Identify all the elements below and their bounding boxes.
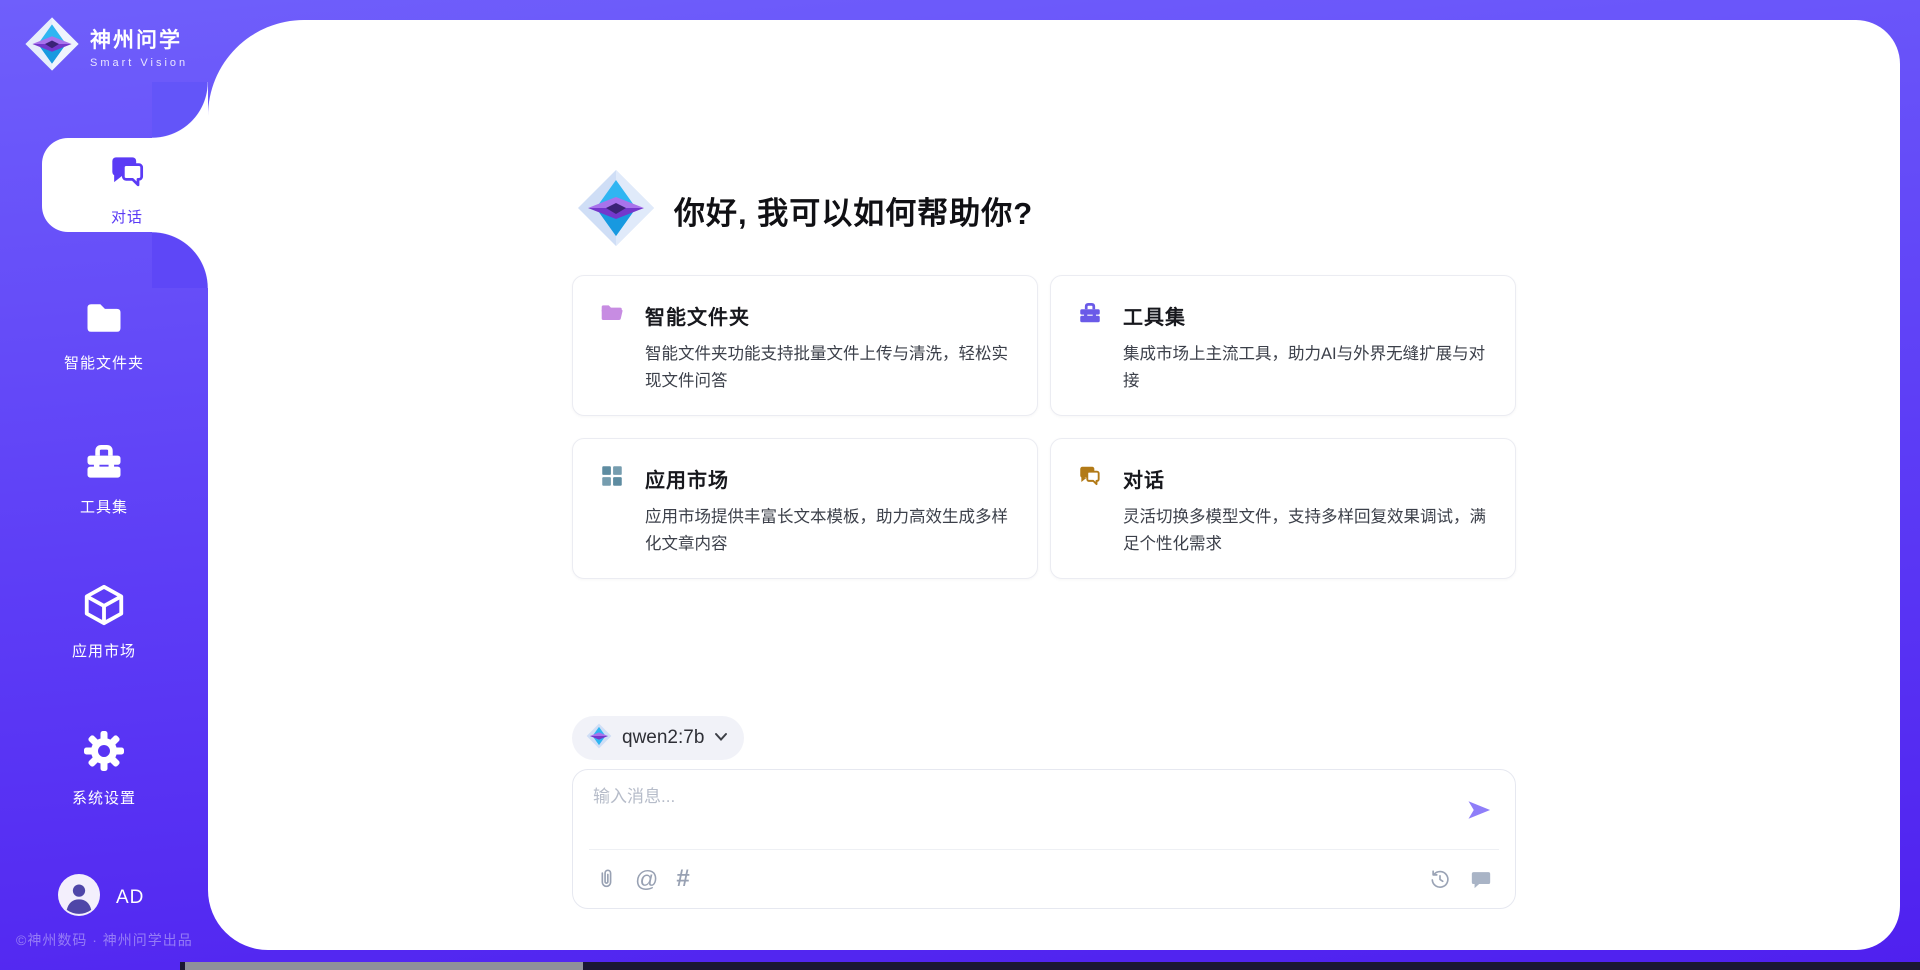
brand-logo: 神州问学 Smart Vision [24, 16, 188, 77]
chat-icon [1077, 463, 1103, 494]
user-initials: AD [116, 887, 144, 909]
card-title: 智能文件夹 [645, 301, 750, 330]
folder-open-icon [599, 300, 625, 331]
horizontal-scrollbar[interactable] [180, 962, 1920, 970]
sidebar-item-label: 系统设置 [0, 787, 208, 808]
message-input[interactable] [593, 782, 1453, 840]
sidebar: 神州问学 Smart Vision 对话 智能 [0, 0, 208, 970]
folder-icon [82, 296, 126, 345]
model-selector[interactable]: qwen2:7b [572, 716, 744, 760]
card-app-market[interactable]: 应用市场 应用市场提供丰富长文本模板，助力高效生成多样化文章内容 [572, 438, 1038, 579]
brand-name: 神州问学 [90, 29, 182, 52]
feature-cards: 智能文件夹 智能文件夹功能支持批量文件上传与清洗，轻松实现文件问答 工具集 集成… [572, 275, 1516, 579]
sidebar-item-settings[interactable]: 系统设置 [0, 727, 208, 808]
chat-icon [105, 150, 149, 199]
card-title: 应用市场 [645, 464, 729, 493]
paperclip-icon[interactable] [595, 867, 617, 891]
hash-icon[interactable]: # [676, 867, 689, 891]
history-icon[interactable] [1429, 868, 1451, 890]
card-toolbox[interactable]: 工具集 集成市场上主流工具，助力AI与外界无缝扩展与对接 [1050, 275, 1516, 416]
chevron-down-icon [714, 729, 728, 747]
chat-bubble-icon[interactable] [1469, 868, 1493, 890]
greeting-title: 你好, 我可以如何帮助你? [674, 188, 1033, 233]
card-description: 集成市场上主流工具，助力AI与外界无缝扩展与对接 [1123, 341, 1489, 395]
toolbox-icon [1077, 300, 1103, 331]
card-description: 灵活切换多模型文件，支持多样回复效果调试，满足个性化需求 [1123, 504, 1489, 558]
composer-divider [589, 849, 1499, 850]
avatar [58, 874, 100, 921]
diamond-logo-icon [24, 16, 80, 77]
sidebar-item-toolbox[interactable]: 工具集 [0, 440, 208, 517]
grid-icon [599, 463, 625, 494]
brand-subtitle: Smart Vision [90, 57, 188, 69]
card-description: 智能文件夹功能支持批量文件上传与清洗，轻松实现文件问答 [645, 341, 1011, 395]
cube-icon [81, 582, 127, 633]
composer-toolbar: @ # [595, 862, 1493, 896]
greeting: 你好, 我可以如何帮助你? [576, 168, 1033, 253]
sidebar-item-label: 应用市场 [0, 640, 208, 661]
card-smart-folder[interactable]: 智能文件夹 智能文件夹功能支持批量文件上传与清洗，轻松实现文件问答 [572, 275, 1038, 416]
sidebar-item-app-market[interactable]: 应用市场 [0, 582, 208, 661]
user-profile[interactable]: AD [58, 874, 144, 921]
model-name: qwen2:7b [622, 727, 704, 749]
app-window: 神州问学 Smart Vision 对话 智能 [0, 0, 1920, 970]
card-title: 工具集 [1123, 301, 1186, 330]
tab-fillet-bottom [152, 232, 208, 288]
copyright-text: ©神州数码 · 神州问学出品 [16, 930, 193, 950]
sidebar-item-label: 工具集 [0, 496, 208, 517]
card-chat[interactable]: 对话 灵活切换多模型文件，支持多样回复效果调试，满足个性化需求 [1050, 438, 1516, 579]
tab-fillet-top [152, 82, 208, 138]
sidebar-item-label: 智能文件夹 [0, 352, 208, 373]
card-title: 对话 [1123, 464, 1165, 493]
card-description: 应用市场提供丰富长文本模板，助力高效生成多样化文章内容 [645, 504, 1011, 558]
sidebar-item-smart-folder[interactable]: 智能文件夹 [0, 296, 208, 373]
scrollbar-thumb[interactable] [185, 962, 583, 970]
sidebar-item-chat[interactable]: 对话 [42, 138, 212, 232]
diamond-logo-icon [576, 168, 656, 253]
sidebar-item-label: 对话 [42, 206, 212, 227]
gear-icon [80, 727, 128, 780]
message-composer: @ # [572, 769, 1516, 909]
diamond-logo-icon [586, 723, 612, 754]
at-icon[interactable]: @ [635, 868, 658, 891]
toolbox-icon [82, 440, 126, 489]
send-icon[interactable] [1465, 796, 1493, 824]
